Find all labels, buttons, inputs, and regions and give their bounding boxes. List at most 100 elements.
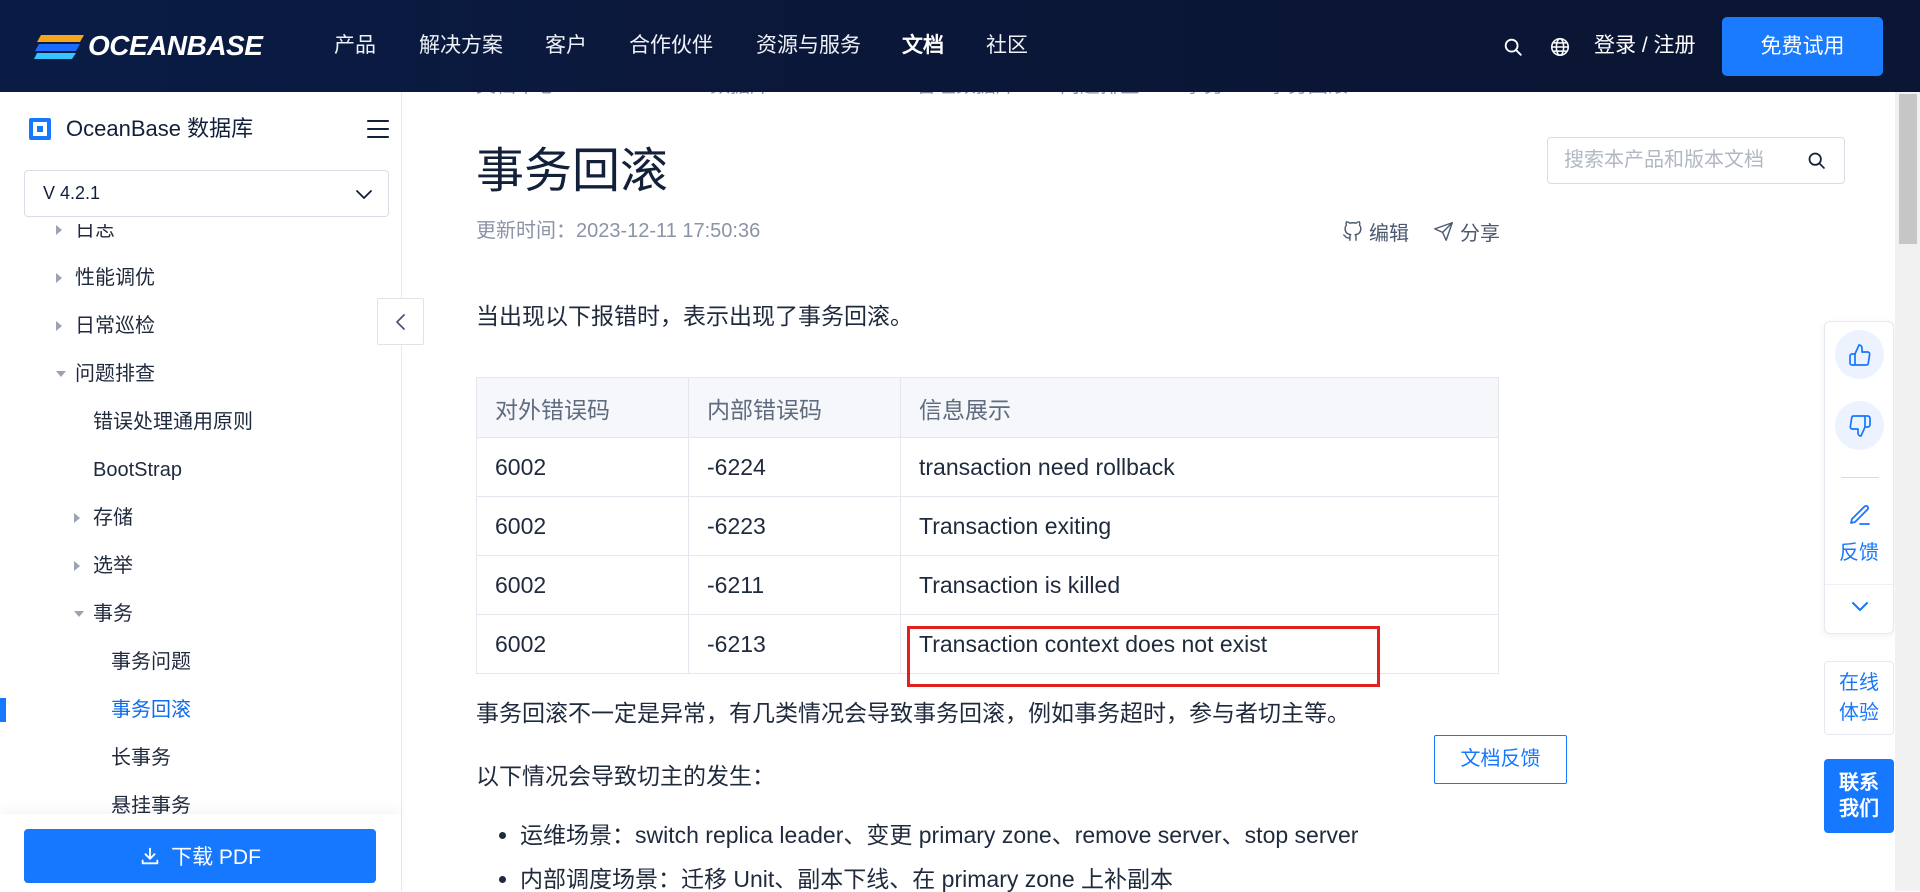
tree-item-storage[interactable]: 存储 [0,494,401,542]
share-button[interactable]: 分享 [1433,219,1500,245]
error-code-table: 对外错误码 内部错误码 信息展示 6002 -6224 transaction … [476,377,1499,674]
menu-icon[interactable] [366,118,390,140]
tree-item-error-principles[interactable]: 错误处理通用原则 [0,398,401,446]
version-value: V 4.2.1 [43,183,101,203]
tree-item-logs[interactable]: 日志 [0,224,401,254]
table-row: 6002 -6223 Transaction exiting [476,496,1499,556]
caret-right-icon [56,273,62,283]
intro-paragraph: 当出现以下报错时，表示出现了事务回滚。 [476,303,913,329]
send-icon [1434,221,1453,241]
download-pdf-label: 下载 PDF [171,846,261,869]
tree-item-label: 错误处理通用原则 [93,411,253,433]
nav-customers[interactable]: 客户 [545,0,587,92]
bullet-list: 运维场景：switch replica leader、变更 primary zo… [476,820,1476,891]
nav-solutions[interactable]: 解决方案 [419,0,503,92]
online-trial-button[interactable]: 在线体验 [1824,661,1894,735]
download-pdf-button[interactable]: 下载 PDF [24,829,376,883]
tree-item-label: BootStrap [93,459,182,481]
docs-sidebar: OceanBase 数据库 V 4.2.1 日志 性能调优 日常巡检 问题排查 [0,92,402,891]
contact-us-button[interactable]: 联系我们 [1824,759,1894,833]
tree-item-label: 选举 [93,555,133,577]
column-header: 内部错误码 [688,377,901,438]
table-cell: transaction need rollback [900,437,1499,497]
table-cell: -6211 [688,555,901,615]
edit-label: 编辑 [1369,222,1409,245]
table-cell: 6002 [476,496,689,556]
toolbar-divider [1841,477,1879,478]
doc-search-input[interactable] [1548,138,1798,183]
search-icon[interactable] [1806,150,1827,171]
table-cell: Transaction context does not exist [900,614,1499,674]
caret-down-icon [56,371,66,377]
dislike-button[interactable] [1835,401,1884,450]
nav-resources[interactable]: 资源与服务 [756,0,861,92]
collapse-sidebar-button[interactable] [377,298,424,345]
bullet-dot-icon [499,832,506,839]
table-row: 6002 -6213 Transaction context does not … [476,614,1499,674]
tree-item-long-transaction[interactable]: 长事务 [0,734,401,782]
page-scrollbar[interactable] [1895,92,1920,891]
doc-feedback-button[interactable]: 文档反馈 [1434,735,1567,784]
tree-item-transaction-rollback[interactable]: 事务回滚 [0,686,401,734]
chevron-down-icon [356,190,372,199]
list-item: 运维场景：switch replica leader、变更 primary zo… [476,820,1476,850]
caret-right-icon [56,225,62,235]
version-select[interactable]: V 4.2.1 [24,170,389,217]
chevron-down-icon[interactable] [1849,595,1871,617]
tree-item-daily-inspection[interactable]: 日常巡检 [0,302,401,350]
tree-item-transaction-issues[interactable]: 事务问题 [0,638,401,686]
scrollbar-thumb[interactable] [1899,94,1917,244]
tree-item-label: 悬挂事务 [111,795,191,817]
docs-tree: 日志 性能调优 日常巡检 问题排查 错误处理通用原则 BootStrap 存储 … [0,224,401,817]
oceanbase-logo-icon[interactable] [34,33,84,61]
contact-us-label: 联系我们 [1839,772,1879,820]
share-label: 分享 [1460,222,1500,245]
tree-item-performance-tuning[interactable]: 性能调优 [0,254,401,302]
tree-item-election[interactable]: 选举 [0,542,401,590]
product-title[interactable]: OceanBase 数据库 [66,113,253,145]
table-cell: Transaction is killed [900,555,1499,615]
edit-icon[interactable] [1848,503,1872,527]
tree-item-label: 事务 [93,603,133,625]
sidebar-footer: 下载 PDF [0,814,401,891]
caret-right-icon [74,513,80,523]
feedback-label[interactable]: 反馈 [1825,540,1893,566]
tree-item-bootstrap[interactable]: BootStrap [0,446,401,494]
search-icon[interactable] [1502,36,1524,58]
globe-icon[interactable] [1549,36,1571,58]
nav-docs[interactable]: 文档 [902,0,944,92]
thumbs-down-icon [1848,414,1871,437]
table-header-row: 对外错误码 内部错误码 信息展示 [476,377,1499,438]
tree-item-label: 性能调优 [75,267,155,289]
tree-item-label: 存储 [93,507,133,529]
logo-wordmark[interactable]: OCEANBASE [88,0,263,92]
page-title: 事务回滚 [476,145,669,198]
updated-time: 更新时间：2023-12-11 17:50:36 [476,220,761,242]
nav-products[interactable]: 产品 [334,0,376,92]
paragraph-rollback-causes: 事务回滚不一定是异常，有几类情况会导致事务回滚，例如事务超时，参与者切主等。 [476,700,1350,726]
tree-item-label: 日志 [75,224,115,241]
online-trial-label: 在线体验 [1839,672,1879,724]
tree-item-transaction[interactable]: 事务 [0,590,401,638]
list-item: 内部调度场景：迁移 Unit、副本下线、在 primary zone 上补副本 [476,867,1476,891]
table-cell: 6002 [476,555,689,615]
download-icon [141,847,159,865]
login-register-link[interactable]: 登录 / 注册 [1594,0,1696,92]
edit-on-github-button[interactable]: 编辑 [1342,219,1409,245]
nav-partners[interactable]: 合作伙伴 [629,0,713,92]
free-trial-button[interactable]: 免费试用 [1722,17,1883,76]
nav-community[interactable]: 社区 [986,0,1028,92]
tree-item-label: 问题排查 [75,363,155,385]
product-logo-icon [29,118,51,140]
tree-item-label: 事务回滚 [111,699,191,721]
list-item-text: 内部调度场景：迁移 Unit、副本下线、在 primary zone 上补副本 [520,866,1174,892]
github-icon [1343,220,1362,241]
tree-item-troubleshooting[interactable]: 问题排查 [0,350,401,398]
tree-item-dangling-transaction[interactable]: 悬挂事务 [0,782,401,817]
table-cell: -6223 [688,496,901,556]
list-item-text: 运维场景：switch replica leader、变更 primary zo… [520,822,1359,848]
paragraph-leader-switch: 以下情况会导致切主的发生： [476,763,775,789]
chevron-left-icon [395,313,405,330]
top-navigation-bar: OCEANBASE 产品 解决方案 客户 合作伙伴 资源与服务 文档 社区 登录… [0,0,1920,92]
like-button[interactable] [1835,330,1884,379]
